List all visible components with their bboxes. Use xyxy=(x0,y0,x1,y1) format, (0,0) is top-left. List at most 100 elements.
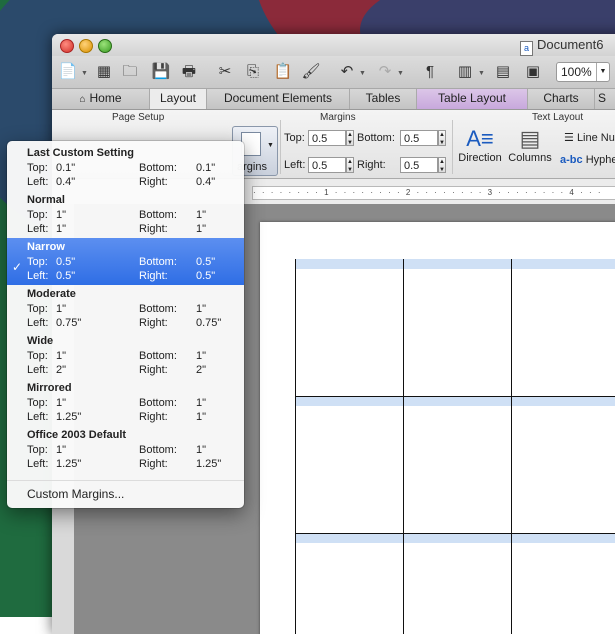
tab-charts-label: Charts xyxy=(543,91,579,105)
tab-document-elements[interactable]: Document Elements xyxy=(207,89,350,109)
preset-top-value: 1" xyxy=(56,350,67,362)
bottom-margin-value: 0.5 xyxy=(404,133,420,145)
hyphenation-button[interactable]: a-bc Hypher xyxy=(560,154,615,166)
line-numbers-label: Line Nu xyxy=(576,132,615,144)
minimize-window-button[interactable] xyxy=(79,39,93,53)
tab-tables-label: Tables xyxy=(365,91,401,105)
undo-menu-chevron-icon[interactable]: ▼ xyxy=(359,70,366,77)
bottom-margin-label: Bottom: xyxy=(357,132,395,144)
tab-layout[interactable]: Layout xyxy=(150,89,207,109)
preset-top-label: Top: xyxy=(27,397,48,409)
tab-table-layout[interactable]: Table Layout xyxy=(417,89,528,109)
margin-preset-last-custom[interactable]: Last Custom Setting Top: 0.1" Bottom: 0.… xyxy=(7,144,244,191)
tab-smartart[interactable]: S xyxy=(595,89,615,109)
bottom-margin-stepper[interactable]: ▲ ▼ xyxy=(438,130,446,146)
tab-home[interactable]: ⌂ Home xyxy=(52,89,150,109)
print-icon[interactable]: 🖶 xyxy=(178,61,200,83)
paste-icon[interactable]: 📋 xyxy=(272,61,294,83)
preset-left-label: Left: xyxy=(27,317,49,329)
preset-right-label: Right: xyxy=(139,223,168,235)
tab-layout-label: Layout xyxy=(159,91,197,105)
ribbon-divider xyxy=(280,120,281,174)
menu-separator xyxy=(7,480,244,481)
format-painter-icon[interactable]: 🖌 xyxy=(300,61,322,83)
zoom-chevron-icon[interactable]: ▼ xyxy=(596,63,609,81)
copy-icon[interactable]: ⎘ xyxy=(242,61,264,83)
left-margin-input[interactable]: 0.5 xyxy=(308,157,346,173)
right-margin-stepper[interactable]: ▲ ▼ xyxy=(438,157,446,173)
left-margin-stepper[interactable]: ▲ ▼ xyxy=(346,157,354,173)
zoom-value: 100% xyxy=(561,65,592,79)
table-cell-border xyxy=(403,259,404,634)
table-row-header xyxy=(295,396,615,406)
margin-preset-office-2003[interactable]: Office 2003 Default Top: 1" Bottom: 1" L… xyxy=(7,426,244,473)
margins-icon xyxy=(241,132,261,156)
preset-bottom-value: 1" xyxy=(196,350,207,362)
table-cell-border xyxy=(295,259,296,634)
horizontal-ruler[interactable]: · · · · · · · · 1 · · · · · · · · 2 · · … xyxy=(252,186,615,200)
margin-preset-narrow[interactable]: ✓ Narrow Top: 0.5" Bottom: 0.5" Left: 0.… xyxy=(7,238,244,285)
redo-menu-chevron-icon[interactable]: ▼ xyxy=(397,70,404,77)
document-page[interactable] xyxy=(260,222,615,634)
margin-preset-mirrored[interactable]: Mirrored Top: 1" Bottom: 1" Left: 1.25" … xyxy=(7,379,244,426)
top-margin-input[interactable]: 0.5 xyxy=(308,130,346,146)
preset-name: Moderate xyxy=(27,288,76,300)
line-numbers-button[interactable]: ☰ Line Nu xyxy=(564,131,615,144)
table-row-header xyxy=(295,259,615,269)
hyphenation-label: Hypher xyxy=(585,154,615,166)
margin-preset-wide[interactable]: Wide Top: 1" Bottom: 1" Left: 2" Right: … xyxy=(7,332,244,379)
zoom-window-button[interactable] xyxy=(98,39,112,53)
view-menu-chevron-icon[interactable]: ▼ xyxy=(478,70,485,77)
text-direction-button[interactable]: A≡ Direction xyxy=(456,126,504,164)
top-margin-stepper[interactable]: ▲ ▼ xyxy=(346,130,354,146)
text-direction-label: Direction xyxy=(458,152,502,164)
bottom-margin-input[interactable]: 0.5 xyxy=(400,130,438,146)
columns-button[interactable]: ▤ Columns xyxy=(506,126,554,164)
new-document-icon[interactable]: 📄 xyxy=(57,61,79,83)
preset-left-value: 1.25" xyxy=(56,411,82,423)
preset-top-value: 1" xyxy=(56,209,67,221)
save-icon[interactable]: 💾 xyxy=(150,61,172,83)
new-menu-chevron-icon[interactable]: ▼ xyxy=(81,70,88,77)
preset-top-label: Top: xyxy=(27,209,48,221)
view-layout-icon[interactable]: ▥ xyxy=(454,61,476,83)
cut-icon[interactable]: ✂ xyxy=(214,61,236,83)
ruler-ticks: · · · · · · · · 1 · · · · · · · · 2 · · … xyxy=(253,188,603,197)
margin-preset-normal[interactable]: Normal Top: 1" Bottom: 1" Left: 1" Right… xyxy=(7,191,244,238)
zoom-select[interactable]: 100% ▼ xyxy=(556,62,610,82)
tab-tables[interactable]: Tables xyxy=(350,89,417,109)
table-row-border xyxy=(295,533,615,534)
checkmark-icon: ✓ xyxy=(12,260,23,274)
preset-left-value: 0.5" xyxy=(56,270,76,282)
preset-left-value: 0.75" xyxy=(56,317,82,329)
undo-icon[interactable]: ↶ xyxy=(336,61,358,83)
templates-icon[interactable]: ▦ xyxy=(93,61,115,83)
preset-left-value: 1" xyxy=(56,223,67,235)
margin-preset-moderate[interactable]: Moderate Top: 1" Bottom: 1" Left: 0.75" … xyxy=(7,285,244,332)
preset-bottom-label: Bottom: xyxy=(139,209,177,221)
title-bar: a Document6 xyxy=(52,34,615,56)
preset-right-value: 0.5" xyxy=(196,270,216,282)
show-formatting-icon[interactable]: ¶ xyxy=(419,61,441,83)
open-folder-icon[interactable]: 🗀 xyxy=(119,61,141,83)
preset-right-label: Right: xyxy=(139,270,168,282)
standard-toolbar: 📄 ▼ ▦ 🗀 💾 🖶 ✂ ⎘ 📋 🖌 ↶ ▼ ↷ ▼ ¶ ▥ ▼ ▤ ▣ 10… xyxy=(52,56,615,89)
media-browser-icon[interactable]: ▣ xyxy=(522,61,544,83)
preset-top-label: Top: xyxy=(27,162,48,174)
preset-left-label: Left: xyxy=(27,364,49,376)
close-window-button[interactable] xyxy=(60,39,74,53)
right-margin-input[interactable]: 0.5 xyxy=(400,157,438,173)
preset-right-value: 1.25" xyxy=(196,458,222,470)
window-title-text: Document6 xyxy=(537,37,604,52)
tab-charts[interactable]: Charts xyxy=(528,89,595,109)
top-margin-label: Top: xyxy=(284,132,305,144)
tab-document-elements-label: Document Elements xyxy=(223,91,333,105)
sidebar-icon[interactable]: ▤ xyxy=(492,61,514,83)
preset-name: Office 2003 Default xyxy=(27,429,127,441)
preset-bottom-value: 1" xyxy=(196,444,207,456)
preset-right-value: 2" xyxy=(196,364,207,376)
custom-margins-menu-item[interactable]: Custom Margins... xyxy=(27,487,124,501)
line-numbers-icon: ☰ xyxy=(564,132,574,144)
hyphenation-icon: a-bc xyxy=(560,154,583,166)
redo-icon[interactable]: ↷ xyxy=(374,61,396,83)
